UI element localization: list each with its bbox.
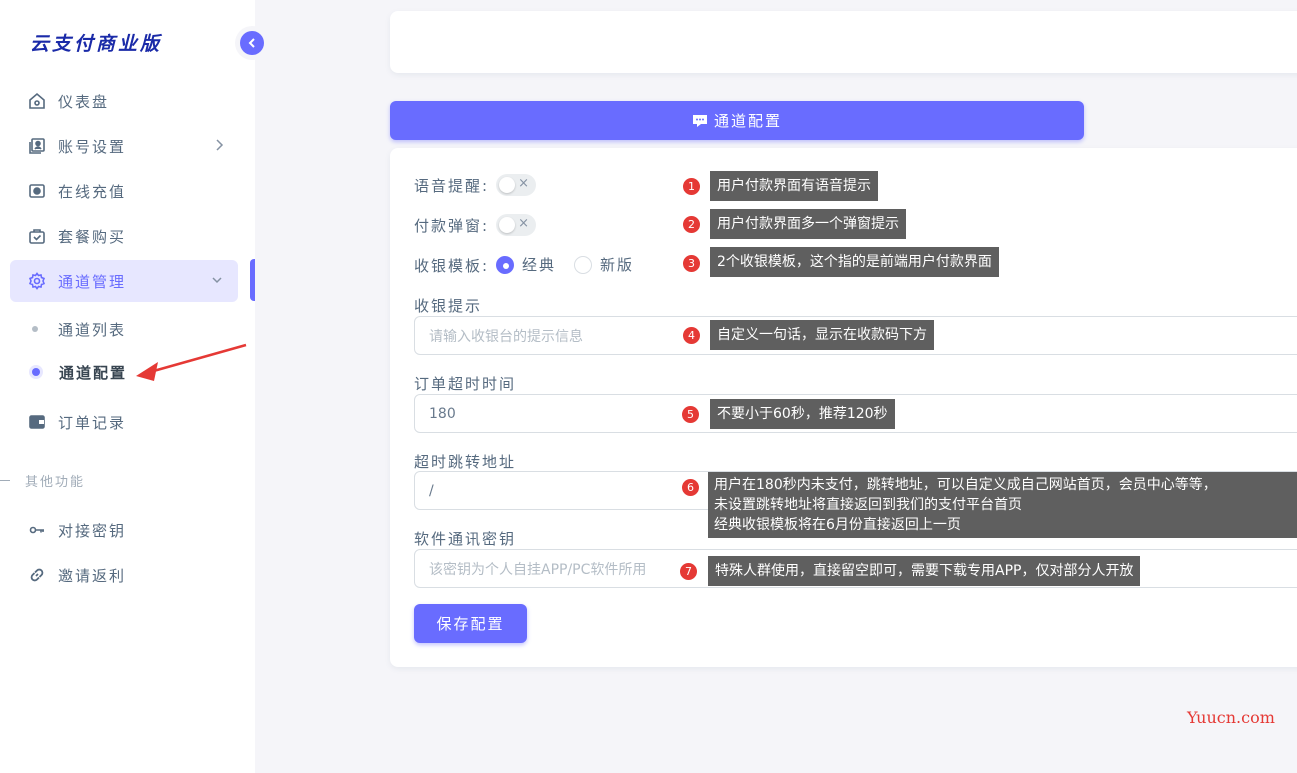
annotation-badge: 4 bbox=[682, 326, 701, 345]
radio-circle bbox=[496, 255, 514, 274]
switch-knob bbox=[499, 217, 515, 233]
divider bbox=[0, 480, 10, 481]
red-arrow-annotation bbox=[136, 343, 247, 381]
sidebar-item-referral[interactable]: 邀请返利 bbox=[10, 554, 238, 596]
key-icon bbox=[26, 519, 48, 541]
template-radio-new[interactable]: 新版 bbox=[574, 254, 634, 275]
payment-popup-switch[interactable]: × bbox=[496, 214, 536, 236]
voice-reminder-label: 语音提醒: bbox=[414, 177, 490, 195]
save-config-button[interactable]: 保存配置 bbox=[414, 604, 527, 643]
timeout-redirect-label: 超时跳转地址 bbox=[414, 453, 517, 471]
annotation-badge: 6 bbox=[681, 478, 700, 497]
software-secret-label: 软件通讯密钥 bbox=[414, 530, 517, 548]
radio-label: 新版 bbox=[600, 256, 635, 274]
sidebar-item-label: 对接密钥 bbox=[58, 521, 127, 540]
navbar-card bbox=[390, 11, 1297, 73]
annotation-badge: 5 bbox=[681, 405, 700, 424]
sidebar-item-api-key[interactable]: 对接密钥 bbox=[10, 509, 238, 551]
annotation-note: 2个收银模板，这个指的是前端用户付款界面 bbox=[710, 247, 999, 277]
cashier-template-label: 收银模板: bbox=[414, 257, 490, 275]
sidebar-item-label: 订单记录 bbox=[58, 413, 127, 432]
order-timeout-label: 订单超时时间 bbox=[414, 375, 517, 393]
annotation-note: 不要小于60秒，推荐120秒 bbox=[710, 399, 895, 429]
annotation-note: 用户付款界面多一个弹窗提示 bbox=[710, 209, 906, 239]
watermark: Yuucn.com bbox=[1187, 708, 1275, 727]
annotation-note-multiline: 用户在180秒内未支付，跳转地址，可以自定义成自己网站首页，会员中心等等， 未设… bbox=[708, 472, 1297, 538]
annotation-note: 自定义一句话，显示在收款码下方 bbox=[710, 320, 934, 350]
annotation-badge: 1 bbox=[682, 177, 701, 196]
section-label-text: 其他功能 bbox=[25, 475, 86, 490]
payment-popup-label: 付款弹窗: bbox=[414, 217, 490, 235]
channel-config-header[interactable]: 通道配置 bbox=[390, 101, 1084, 140]
radio-circle bbox=[574, 255, 592, 274]
switch-knob bbox=[499, 177, 515, 193]
header-title: 通道配置 bbox=[713, 112, 782, 130]
annotation-badge: 7 bbox=[679, 562, 698, 581]
link-icon bbox=[26, 564, 48, 586]
annotation-note: 用户付款界面有语音提示 bbox=[710, 171, 878, 201]
section-label-other: 其他功能 bbox=[0, 471, 85, 490]
cashier-tip-label: 收银提示 bbox=[414, 297, 483, 315]
annotation-line: 经典收银模板将在6月份直接返回上一页 bbox=[714, 517, 961, 533]
annotation-line: 用户在180秒内未支付，跳转地址，可以自定义成自己网站首页，会员中心等等， bbox=[714, 477, 1217, 493]
close-icon: × bbox=[518, 176, 529, 191]
wallet-icon bbox=[26, 411, 48, 433]
sidebar-item-orders[interactable]: 订单记录 bbox=[10, 401, 238, 443]
close-icon: × bbox=[518, 216, 529, 231]
template-radio-classic[interactable]: 经典 bbox=[496, 254, 556, 275]
annotation-line: 未设置跳转地址将直接返回到我们的支付平台首页 bbox=[714, 497, 1022, 513]
radio-label: 经典 bbox=[522, 256, 557, 274]
voice-reminder-switch[interactable]: × bbox=[496, 174, 536, 196]
annotation-note: 特殊人群使用，直接留空即可，需要下载专用APP，仅对部分人开放 bbox=[708, 556, 1141, 586]
annotation-badge: 3 bbox=[682, 254, 701, 273]
chat-icon bbox=[692, 114, 708, 128]
sidebar-item-label: 邀请返利 bbox=[58, 566, 127, 585]
annotation-badge: 2 bbox=[682, 215, 701, 234]
